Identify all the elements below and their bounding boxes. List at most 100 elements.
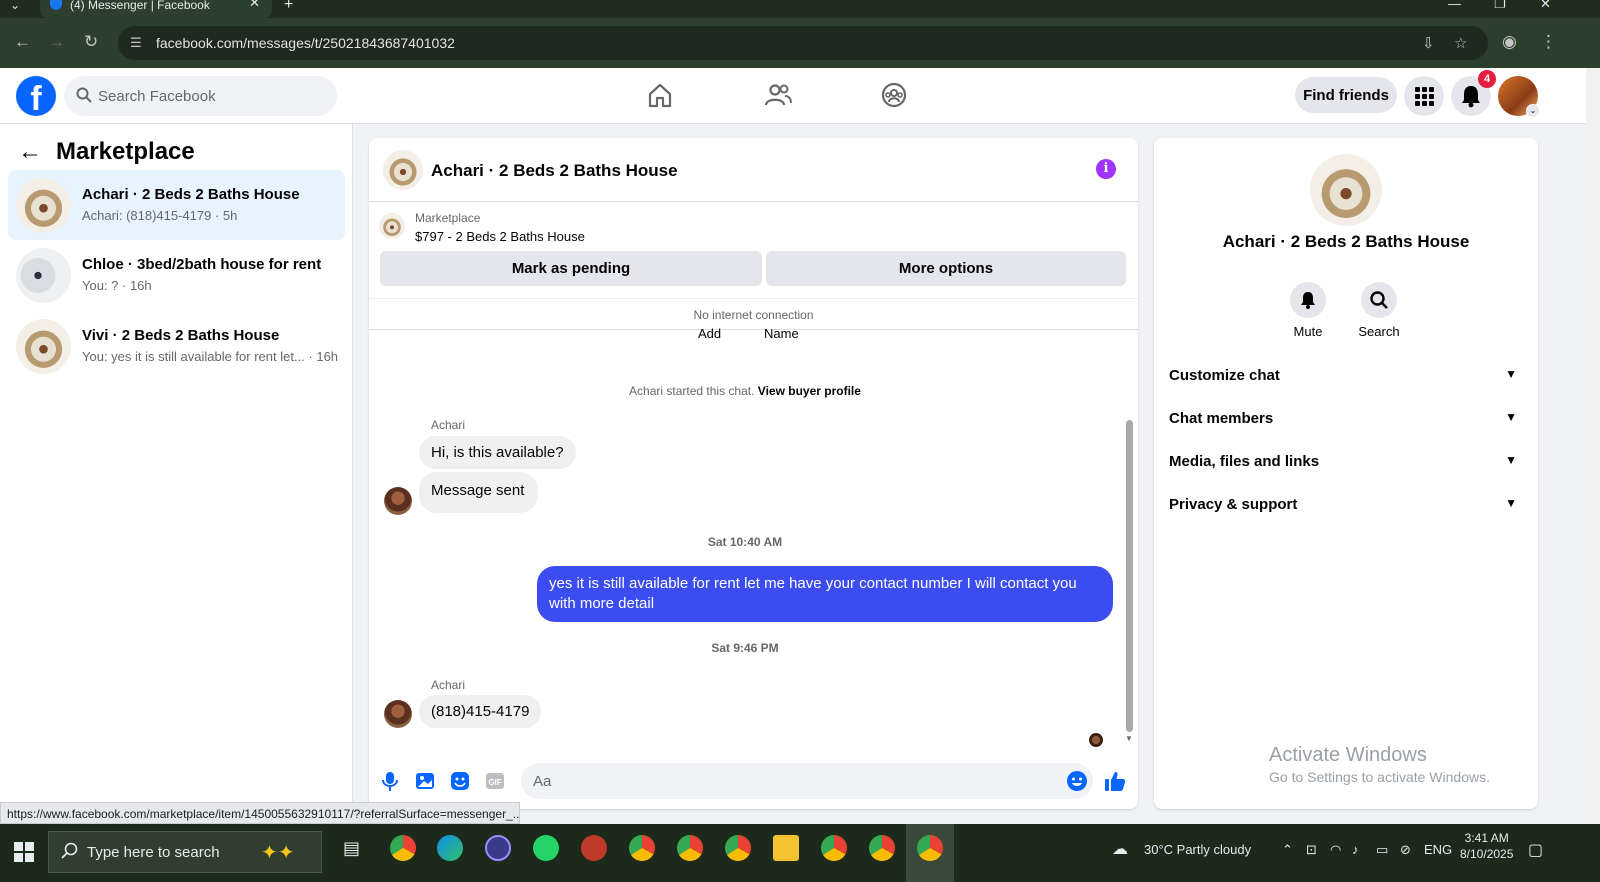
search-button[interactable]: Search	[1349, 282, 1409, 339]
app-icon[interactable]	[485, 835, 511, 861]
privacy-support-row[interactable]: Privacy & support ▼	[1169, 496, 1521, 513]
row-label: Privacy & support	[1169, 496, 1298, 513]
chrome-profile-icon[interactable]	[869, 835, 895, 861]
panel-header: ← Marketplace	[18, 138, 195, 166]
edge-app-icon[interactable]	[437, 835, 463, 861]
facebook-search[interactable]	[64, 76, 337, 116]
copilot-sparkle-icon[interactable]: ✦✦	[261, 840, 295, 865]
activate-subtitle: Go to Settings to activate Windows.	[1269, 769, 1490, 785]
row-label: Media, files and links	[1169, 453, 1320, 470]
tab-list-chevron-icon[interactable]: ⌄	[10, 0, 20, 12]
profile-icon[interactable]: ◉	[1502, 32, 1517, 52]
conversation-avatar[interactable]	[383, 150, 423, 190]
new-tab-icon[interactable]: +	[284, 0, 293, 14]
network-icon[interactable]: ◠	[1330, 842, 1341, 858]
microphone-icon[interactable]	[379, 770, 401, 792]
more-options-button[interactable]: More options	[766, 251, 1126, 286]
sender-avatar[interactable]	[384, 700, 412, 728]
scrollbar-thumb[interactable]	[1126, 420, 1133, 732]
close-window-icon[interactable]: ✕	[1540, 0, 1551, 12]
omnibox[interactable]: ☰ facebook.com/messages/t/25021843687401…	[118, 26, 1488, 60]
page-scrollbar[interactable]	[1586, 68, 1600, 824]
weather-icon[interactable]: ☁	[1112, 839, 1128, 859]
chrome-profile-icon[interactable]	[821, 835, 847, 861]
view-buyer-profile-link[interactable]: View buyer profile	[758, 384, 861, 398]
bookmark-star-icon[interactable]: ☆	[1454, 34, 1467, 52]
site-info-icon[interactable]: ☰	[130, 35, 142, 51]
whatsapp-app-icon[interactable]	[533, 835, 559, 861]
sender-name: Achari	[431, 678, 466, 692]
message-bubble[interactable]: Hi, is this available?	[419, 436, 576, 469]
clock[interactable]: 3:41 AM 8/10/2025	[1460, 830, 1513, 862]
gif-icon[interactable]: GIF	[484, 770, 506, 792]
conversation-scrollbar[interactable]: ▼	[1125, 330, 1135, 750]
sender-avatar[interactable]	[384, 487, 412, 515]
groups-icon[interactable]	[879, 80, 909, 110]
app-icon[interactable]	[581, 835, 607, 861]
chat-item-chloe[interactable]: Chloe · 3bed/2bath house for rent You: ?…	[8, 240, 345, 310]
emoji-icon[interactable]	[1066, 770, 1088, 792]
minimize-icon[interactable]: —	[1448, 0, 1461, 11]
chat-item-vivi[interactable]: Vivi · 2 Beds 2 Baths House You: yes it …	[8, 311, 345, 381]
mute-button[interactable]: Mute	[1278, 282, 1338, 339]
started-text: Achari started this chat.	[629, 384, 755, 398]
message-input[interactable]	[521, 763, 1093, 799]
my-message-bubble[interactable]: yes it is still available for rent let m…	[537, 566, 1113, 622]
close-tab-icon[interactable]: ✕	[249, 0, 260, 9]
chrome-profile-icon[interactable]	[629, 835, 655, 861]
thumbs-up-icon[interactable]	[1104, 770, 1126, 792]
file-explorer-icon[interactable]	[773, 835, 799, 861]
find-friends-button[interactable]: Find friends	[1295, 77, 1397, 113]
chat-members-row[interactable]: Chat members ▼	[1169, 410, 1521, 427]
weather-text[interactable]: 30°C Partly cloudy	[1144, 842, 1251, 857]
scroll-down-icon[interactable]: ▼	[1125, 734, 1133, 743]
customize-chat-row[interactable]: Customize chat ▼	[1169, 367, 1521, 384]
back-icon[interactable]: ←	[14, 32, 31, 52]
forward-icon[interactable]: →	[48, 32, 65, 52]
media-files-links-row[interactable]: Media, files and links ▼	[1169, 453, 1521, 470]
battery-icon[interactable]: ▭	[1376, 842, 1388, 858]
listing-price[interactable]: $797 - 2 Beds 2 Baths House	[415, 229, 585, 244]
marketplace-label: Marketplace	[415, 211, 481, 225]
conversation-title[interactable]: Achari · 2 Beds 2 Baths House	[431, 161, 678, 181]
taskbar-search[interactable]: Type here to search ✦✦	[48, 831, 322, 873]
sticker-icon[interactable]	[449, 770, 471, 792]
chat-item-achari[interactable]: Achari · 2 Beds 2 Baths House Achari: (8…	[8, 170, 345, 240]
message-bubble[interactable]: (818)415-4179	[419, 695, 542, 728]
restore-icon[interactable]: ❐	[1494, 0, 1506, 12]
account-chevron-icon: ⌄	[1526, 104, 1540, 118]
listing-thumbnail[interactable]	[379, 213, 405, 239]
browser-tab[interactable]: (4) Messenger | Facebook ✕	[40, 0, 272, 18]
photo-icon[interactable]	[414, 770, 436, 792]
chrome-app-icon[interactable]	[390, 835, 416, 861]
facebook-logo-icon[interactable]: f	[16, 76, 56, 116]
message-bubble[interactable]: Message sent	[419, 472, 539, 513]
install-app-icon[interactable]: ⇩	[1422, 34, 1435, 52]
info-icon[interactable]: i	[1096, 159, 1116, 179]
row-label: Chat members	[1169, 410, 1274, 427]
windows-start-icon[interactable]	[14, 842, 34, 862]
tray-expand-icon[interactable]: ⌃	[1282, 842, 1293, 858]
notification-center-icon[interactable]: ▢	[1528, 840, 1543, 860]
wifi-off-icon[interactable]: ⊘	[1400, 842, 1411, 858]
search-input[interactable]	[98, 76, 328, 116]
language-indicator[interactable]: ENG	[1424, 842, 1452, 857]
chrome-profile-icon[interactable]	[677, 835, 703, 861]
tray-icon[interactable]: ⊡	[1306, 842, 1317, 858]
chrome-profile-icon[interactable]	[725, 835, 751, 861]
panel-title: Marketplace	[56, 138, 195, 165]
url-text[interactable]: facebook.com/messages/t/2502184368740103…	[156, 35, 455, 51]
friends-icon[interactable]	[763, 80, 793, 110]
chrome-active-icon[interactable]	[917, 835, 943, 861]
chat-avatar[interactable]	[1310, 154, 1382, 226]
mark-as-pending-button[interactable]: Mark as pending	[380, 251, 762, 286]
home-icon[interactable]	[645, 80, 675, 110]
back-arrow-icon[interactable]: ←	[18, 138, 42, 166]
reload-icon[interactable]: ↻	[84, 32, 98, 52]
task-view-icon[interactable]: ▤	[343, 838, 360, 859]
activate-windows-watermark: Activate Windows Go to Settings to activ…	[1269, 744, 1490, 785]
account-avatar[interactable]: ⌄	[1498, 76, 1540, 118]
menu-grid-button[interactable]	[1404, 76, 1444, 116]
menu-dots-icon[interactable]: ⋮	[1540, 32, 1557, 52]
volume-icon[interactable]: ♪	[1352, 842, 1359, 857]
